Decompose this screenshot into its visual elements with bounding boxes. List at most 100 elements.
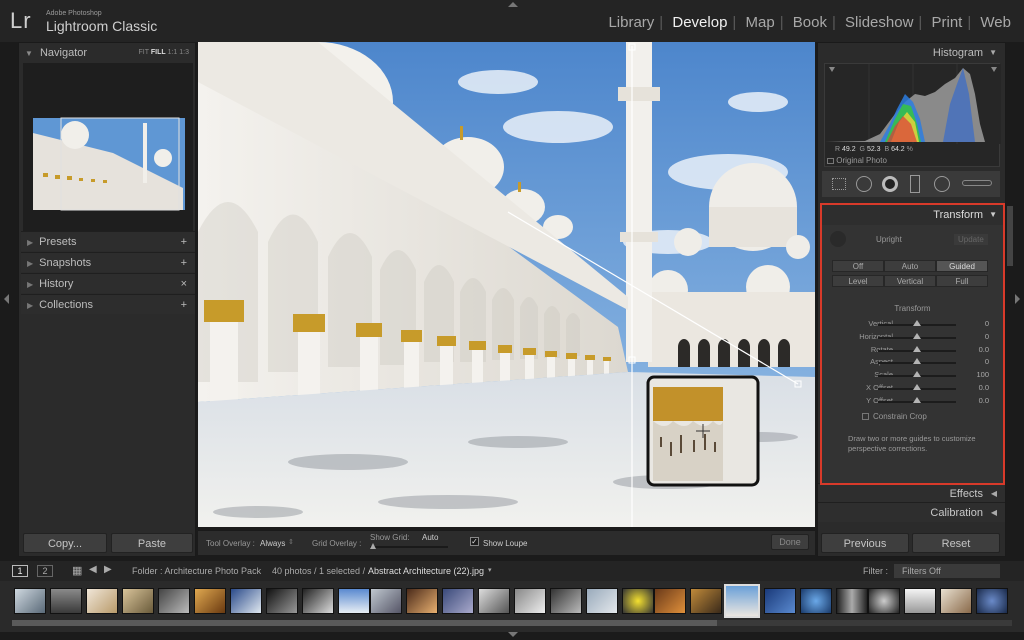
- slider-value[interactable]: 0.0: [979, 396, 989, 405]
- filmstrip-thumbnail-selected[interactable]: [724, 584, 760, 618]
- filmstrip-thumbnail[interactable]: [442, 588, 474, 614]
- original-photo-toggle[interactable]: Original Photo: [827, 156, 887, 165]
- back-arrow-icon[interactable]: ◀: [89, 564, 97, 575]
- forward-arrow-icon[interactable]: ▶: [104, 564, 112, 575]
- navigator-header[interactable]: ▼ Navigator FIT FILL 1:1 1:3: [19, 43, 195, 63]
- zoom-fit[interactable]: FIT: [139, 49, 149, 56]
- filmstrip-thumbnail[interactable]: [550, 588, 582, 614]
- upright-auto-button[interactable]: Auto: [884, 260, 936, 272]
- filmstrip-scroll-thumb[interactable]: [12, 620, 717, 626]
- selected-filename[interactable]: Abstract Architecture (22).jpg: [368, 566, 484, 576]
- add-preset-icon[interactable]: +: [181, 232, 187, 252]
- done-button[interactable]: Done: [771, 534, 809, 550]
- grid-size-knob[interactable]: [370, 543, 376, 549]
- slider-row[interactable]: Scale100: [822, 369, 1003, 381]
- photo-canvas[interactable]: [198, 42, 815, 527]
- graduated-filter-icon[interactable]: [910, 175, 920, 193]
- filmstrip-thumbnail[interactable]: [836, 588, 868, 614]
- original-photo-checkbox[interactable]: [827, 157, 834, 164]
- slider-row[interactable]: Y Offset0.0: [822, 395, 1003, 407]
- collapse-right-panel-icon[interactable]: [1015, 294, 1020, 304]
- module-print[interactable]: Print: [927, 14, 968, 31]
- collections-section[interactable]: ▶ Collections +: [21, 294, 195, 314]
- filmstrip-thumbnail[interactable]: [230, 588, 262, 614]
- filmstrip-thumbnail[interactable]: [764, 588, 796, 614]
- filmstrip-thumbnail[interactable]: [800, 588, 832, 614]
- module-develop[interactable]: Develop: [667, 14, 732, 31]
- upright-full-button[interactable]: Full: [936, 275, 988, 287]
- collapse-top-panel-icon[interactable]: [508, 2, 518, 7]
- grid-view-icon[interactable]: ▦: [72, 564, 82, 577]
- effects-section[interactable]: Effects ◀: [818, 483, 1005, 503]
- constrain-crop-checkbox[interactable]: [862, 413, 869, 421]
- slider-row[interactable]: Aspect0: [822, 356, 1003, 368]
- filmstrip-thumbnail[interactable]: [976, 588, 1008, 614]
- filmstrip-thumbnail[interactable]: [158, 588, 190, 614]
- panel-toggle-icon[interactable]: [830, 231, 846, 247]
- navigator-preview[interactable]: [23, 63, 193, 231]
- slider-value[interactable]: 0.0: [979, 383, 989, 392]
- spot-removal-icon[interactable]: [856, 176, 872, 192]
- module-library[interactable]: Library: [603, 14, 659, 31]
- filmstrip-thumbnail[interactable]: [940, 588, 972, 614]
- filter-select[interactable]: Filters Off: [894, 564, 1000, 578]
- folder-path[interactable]: Folder : Architecture Photo Pack: [132, 566, 261, 576]
- slider-row[interactable]: X Offset0.0: [822, 382, 1003, 394]
- zoom-1-1[interactable]: 1:1: [168, 49, 178, 56]
- histogram-header[interactable]: Histogram ▼: [818, 43, 1005, 63]
- zoom-fill[interactable]: FILL: [151, 49, 166, 56]
- show-grid-select[interactable]: Auto: [422, 533, 438, 542]
- constrain-crop-toggle[interactable]: Constrain Crop: [862, 412, 927, 421]
- add-collection-icon[interactable]: +: [181, 295, 187, 315]
- upright-guided-button[interactable]: Guided: [936, 260, 988, 272]
- zoom-1-3[interactable]: 1:3: [179, 49, 189, 56]
- history-section[interactable]: ▶ History ×: [21, 273, 195, 293]
- filmstrip-thumbnail[interactable]: [654, 588, 686, 614]
- slider-knob[interactable]: [913, 345, 921, 352]
- filmstrip-thumbnail[interactable]: [122, 588, 154, 614]
- filmstrip-thumbnail[interactable]: [690, 588, 722, 614]
- filmstrip-thumbnail[interactable]: [14, 588, 46, 614]
- filmstrip-thumbnail[interactable]: [194, 588, 226, 614]
- paste-button[interactable]: Paste: [111, 533, 193, 553]
- snapshots-section[interactable]: ▶ Snapshots +: [21, 252, 195, 272]
- upright-off-button[interactable]: Off: [832, 260, 884, 272]
- slider-row[interactable]: Horizontal 0: [822, 331, 1003, 343]
- filename-dropdown-icon[interactable]: ▾: [488, 566, 492, 574]
- grid-size-slider[interactable]: [370, 546, 448, 548]
- collapse-filmstrip-icon[interactable]: [508, 632, 518, 637]
- filmstrip-thumbnail[interactable]: [514, 588, 546, 614]
- filmstrip-scrollbar[interactable]: [12, 620, 1012, 626]
- filmstrip-thumbnail[interactable]: [478, 588, 510, 614]
- filmstrip-thumbnail[interactable]: [86, 588, 118, 614]
- reset-button[interactable]: Reset: [912, 533, 1000, 553]
- filmstrip-thumbnail[interactable]: [622, 588, 654, 614]
- radial-filter-icon[interactable]: [934, 176, 950, 192]
- right-panel-scrollbar[interactable]: [1007, 206, 1013, 266]
- collapse-left-panel-icon[interactable]: [4, 294, 9, 304]
- previous-button[interactable]: Previous: [821, 533, 909, 553]
- slider-knob[interactable]: [913, 332, 921, 339]
- filmstrip-thumbnail[interactable]: [904, 588, 936, 614]
- slider-value[interactable]: 0: [985, 319, 989, 328]
- adjustment-brush-icon[interactable]: [962, 180, 992, 186]
- red-eye-icon[interactable]: [882, 176, 898, 192]
- transform-header[interactable]: Transform ▼: [822, 205, 1003, 225]
- filmstrip-thumbnail[interactable]: [338, 588, 370, 614]
- slider-row[interactable]: Vertical0: [822, 318, 1003, 330]
- module-book[interactable]: Book: [788, 14, 832, 31]
- slider-row[interactable]: Rotate0.0: [822, 344, 1003, 356]
- slider-value[interactable]: 0: [985, 357, 989, 366]
- slider-knob[interactable]: [913, 371, 921, 378]
- module-map[interactable]: Map: [741, 14, 780, 31]
- filmstrip-thumbnail[interactable]: [302, 588, 334, 614]
- slider-knob[interactable]: [913, 384, 921, 390]
- tool-overlay-select[interactable]: Always: [260, 539, 285, 548]
- module-slideshow[interactable]: Slideshow: [840, 14, 918, 31]
- main-screen-button[interactable]: 1: [12, 565, 28, 577]
- show-loupe-checkbox[interactable]: ✓: [470, 537, 479, 546]
- crop-overlay-icon[interactable]: [832, 178, 846, 190]
- update-button[interactable]: Update: [954, 234, 988, 245]
- module-web[interactable]: Web: [975, 14, 1016, 31]
- slider-knob[interactable]: [913, 320, 921, 326]
